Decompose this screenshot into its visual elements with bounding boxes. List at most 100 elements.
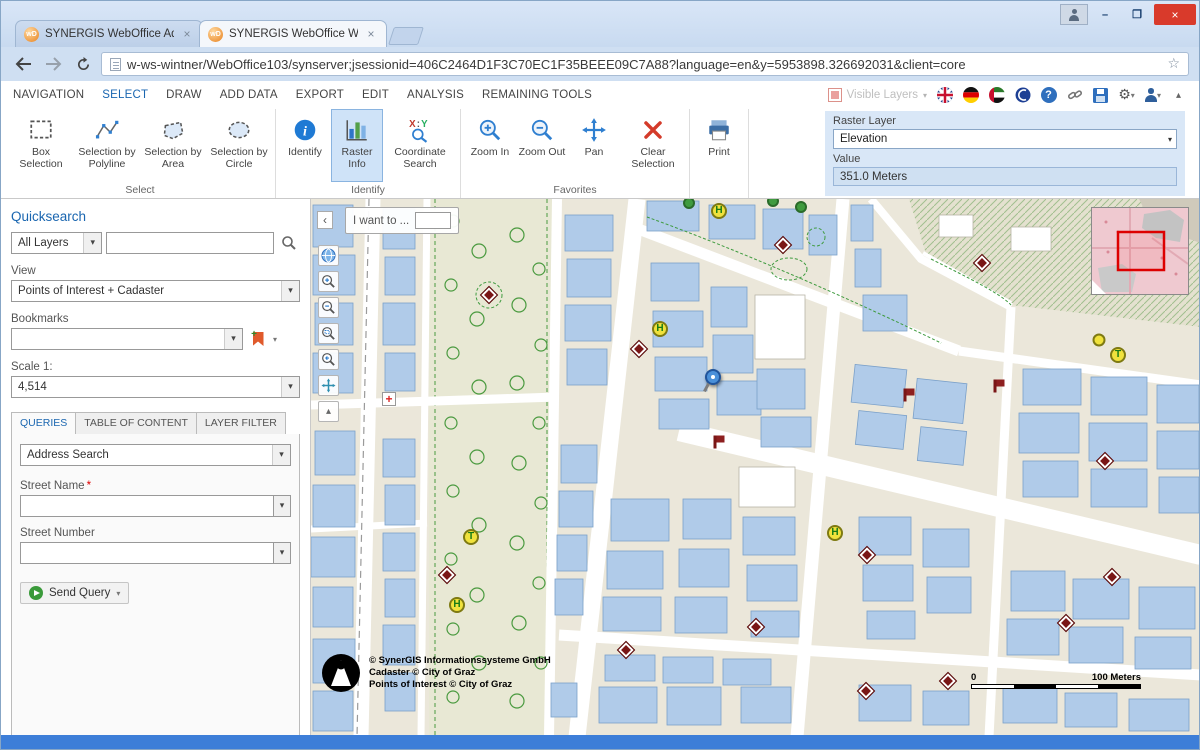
map-marker-tree[interactable] — [795, 201, 807, 213]
map-marker-sight[interactable] — [1057, 614, 1075, 632]
i-want-to-widget[interactable]: I want to ... — [345, 207, 459, 234]
map-canvas[interactable]: H H H H T T + ‹ I want to ... — [311, 199, 1199, 735]
full-extent-globe-icon[interactable] — [318, 245, 339, 266]
menu-tab-draw[interactable]: DRAW — [166, 89, 202, 101]
map-marker-sight[interactable] — [939, 672, 957, 690]
chevron-down-icon[interactable]: ▾ — [273, 542, 291, 564]
map-marker-sight[interactable] — [1096, 452, 1114, 470]
zoom-window-icon[interactable] — [318, 323, 339, 344]
map-marker-sight[interactable] — [1103, 568, 1121, 586]
url-bar[interactable]: w-ws-wintner/WebOffice103/synserver;jses… — [101, 52, 1189, 76]
tool-print[interactable]: Print — [693, 109, 745, 182]
forward-button[interactable] — [41, 52, 65, 76]
overview-map[interactable] — [1091, 207, 1189, 295]
send-query-button[interactable]: Send Query ▾ — [20, 582, 129, 604]
menu-tab-add-data[interactable]: ADD DATA — [220, 89, 278, 101]
bookmark-star-icon[interactable]: ☆ — [1167, 56, 1180, 72]
link-icon[interactable] — [1066, 87, 1083, 104]
map-marker-sight[interactable] — [438, 566, 456, 584]
tab-layer-filter[interactable]: LAYER FILTER — [197, 412, 286, 435]
map-zoom-in-icon[interactable] — [318, 271, 339, 292]
map-marker-sight[interactable] — [973, 254, 991, 272]
map-zoom-out-icon[interactable] — [318, 297, 339, 318]
tool-zoom-out[interactable]: Zoom Out — [516, 109, 568, 182]
tool-zoom-in[interactable]: Zoom In — [464, 109, 516, 182]
save-icon[interactable] — [1092, 87, 1109, 104]
map-marker-pin[interactable] — [705, 369, 721, 385]
search-icon[interactable] — [278, 232, 300, 254]
close-button[interactable]: × — [1154, 4, 1196, 25]
add-bookmark-icon[interactable]: + — [247, 328, 269, 350]
map-marker-flag[interactable] — [714, 436, 717, 449]
quicksearch-input[interactable] — [106, 232, 274, 254]
map-marker-flag[interactable] — [904, 389, 907, 402]
view-select[interactable]: Points of Interest + Cadaster — [11, 280, 300, 302]
chevron-down-icon[interactable]: ▾ — [273, 495, 291, 517]
tool-selection-by-area[interactable]: Selection by Area — [140, 109, 206, 182]
menu-tab-remaining-tools[interactable]: REMAINING TOOLS — [482, 89, 592, 101]
minimize-button[interactable]: – — [1090, 4, 1120, 25]
tool-selection-by-circle[interactable]: Selection by Circle — [206, 109, 272, 182]
map-marker-tram[interactable]: T — [463, 529, 479, 545]
collapse-ribbon-button[interactable]: ▴ — [1170, 87, 1187, 104]
tab-close-icon[interactable]: × — [180, 27, 194, 41]
menu-tab-export[interactable]: EXPORT — [296, 89, 344, 101]
reload-button[interactable] — [71, 52, 95, 76]
map-marker-hotel[interactable]: H — [652, 321, 668, 337]
scale-combobox[interactable]: 4,514 — [11, 376, 300, 398]
map-marker-sight[interactable] — [630, 340, 648, 358]
map-marker-sight[interactable] — [480, 286, 498, 304]
maximize-button[interactable]: ❐ — [1122, 4, 1152, 25]
menu-tab-navigation[interactable]: NAVIGATION — [13, 89, 84, 101]
overview-toggle[interactable] — [1092, 280, 1106, 294]
collapse-tools-icon[interactable]: ▴ — [318, 401, 339, 422]
tool-box-selection[interactable]: Box Selection — [8, 109, 74, 182]
user-account-button[interactable]: ▾ — [1144, 87, 1161, 104]
quicksearch-layer-select[interactable]: All Layers — [11, 232, 102, 254]
browser-tab-admin[interactable]: wD SYNERGIS WebOffice Adm × — [15, 20, 203, 47]
language-en-flag-icon[interactable] — [936, 87, 953, 104]
map-marker-poi[interactable] — [1093, 334, 1106, 347]
map-marker-tree[interactable] — [683, 199, 695, 209]
raster-layer-select[interactable]: Elevation ▾ — [833, 129, 1177, 149]
help-icon[interactable]: ? — [1040, 87, 1057, 104]
map-marker-hotel[interactable]: H — [449, 597, 465, 613]
menu-tab-edit[interactable]: EDIT — [362, 89, 389, 101]
tool-identify[interactable]: i Identify — [279, 109, 331, 182]
chevron-down-icon[interactable]: ▾ — [273, 335, 277, 344]
new-tab-button[interactable] — [388, 27, 424, 45]
tool-raster-info[interactable]: Raster Info — [331, 109, 383, 182]
visible-layers-dropdown[interactable]: Visible Layers ▾ — [828, 88, 927, 102]
map-marker-cross[interactable]: + — [382, 392, 396, 406]
map-marker-hotel[interactable]: H — [711, 203, 727, 219]
settings-gear-button[interactable]: ⚙▾ — [1118, 87, 1135, 104]
tool-clear-selection[interactable]: Clear Selection — [620, 109, 686, 182]
tab-table-of-content[interactable]: TABLE OF CONTENT — [76, 412, 197, 435]
tab-queries[interactable]: QUERIES — [11, 412, 76, 435]
query-type-select[interactable]: Address Search — [20, 444, 291, 466]
menu-tab-select[interactable]: SELECT — [102, 89, 148, 101]
map-marker-tram[interactable]: T — [1110, 347, 1126, 363]
browser-profile-button[interactable] — [1060, 4, 1088, 25]
map-marker-sight[interactable] — [747, 618, 765, 636]
sidebar-collapse-button[interactable]: ‹ — [317, 211, 333, 229]
map-marker-hotel[interactable]: H — [827, 525, 843, 541]
language-ar-flag-icon[interactable] — [988, 87, 1005, 104]
tool-selection-by-polyline[interactable]: Selection by Polyline — [74, 109, 140, 182]
street-name-input[interactable] — [20, 495, 273, 517]
i-want-to-input[interactable] — [415, 212, 451, 229]
tool-coordinate-search[interactable]: X:Y Coordinate Search — [383, 109, 457, 182]
tab-close-icon[interactable]: × — [364, 27, 378, 41]
map-marker-sight[interactable] — [774, 236, 792, 254]
portal-globe-icon[interactable] — [1014, 87, 1031, 104]
map-marker-sight[interactable] — [617, 641, 635, 659]
map-pan-icon[interactable] — [318, 375, 339, 396]
back-button[interactable] — [11, 52, 35, 76]
map-marker-sight[interactable] — [857, 682, 875, 700]
street-number-input[interactable] — [20, 542, 273, 564]
map-marker-tree[interactable] — [767, 199, 779, 207]
bookmarks-select[interactable] — [11, 328, 243, 350]
menu-tab-analysis[interactable]: ANALYSIS — [407, 89, 464, 101]
language-de-flag-icon[interactable] — [962, 87, 979, 104]
map-marker-flag[interactable] — [994, 380, 997, 393]
